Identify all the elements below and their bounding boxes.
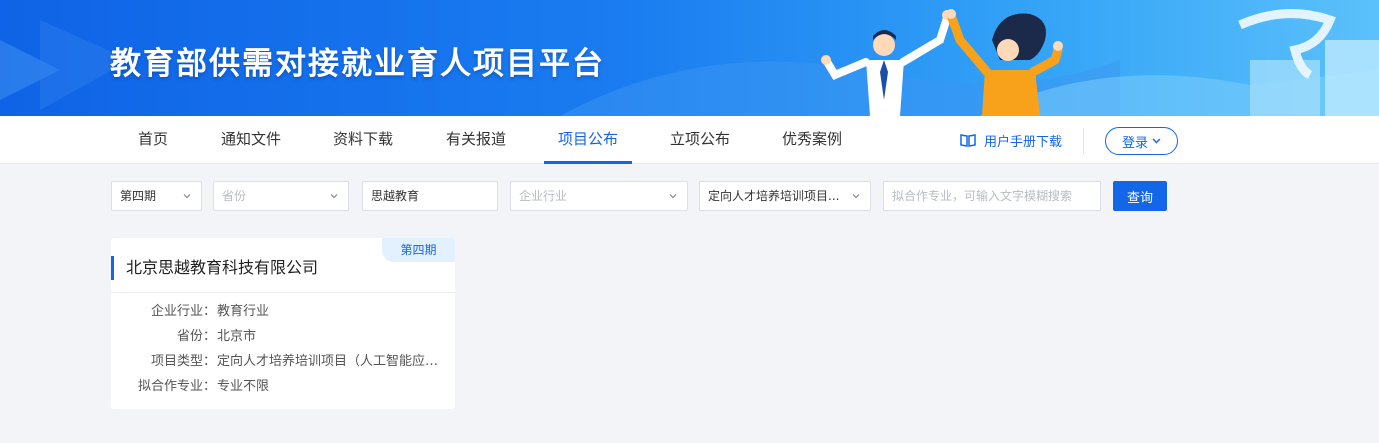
login-label: 登录: [1121, 134, 1148, 150]
chevron-down-icon: [1152, 138, 1161, 144]
login-button[interactable]: 登录: [1105, 127, 1178, 155]
nav-excellent-cases[interactable]: 优秀案例: [782, 116, 842, 164]
info-row-project-type: 项目类型 ： 定向人才培养培训项目（人工智能应用...: [111, 352, 455, 372]
header-banner: 教育部供需对接就业育人项目平台: [0, 0, 1379, 116]
province-select[interactable]: 省份: [213, 181, 349, 211]
book-icon: [960, 134, 976, 147]
period-badge: 第四期: [382, 238, 455, 262]
company-name-value: 思越教育: [371, 189, 420, 203]
industry-placeholder: 企业行业: [519, 189, 568, 203]
project-type-value: 定向人才培养培训项目...: [708, 189, 840, 203]
main-nav: 首页 通知文件 资料下载 有关报道 项目公布 立项公布 优秀案例 用户手册下载 …: [0, 116, 1379, 164]
info-row-industry: 企业行业 ： 教育行业: [111, 302, 455, 322]
chevron-down-icon: [183, 194, 191, 199]
info-label: 省份: [176, 329, 203, 344]
result-card[interactable]: 第四期 北京思越教育科技有限公司 企业行业 ： 教育行业 省份 ： 北京市 项目…: [111, 238, 455, 409]
info-row-province: 省份 ： 北京市: [111, 327, 455, 347]
info-label: 项目类型: [150, 354, 203, 369]
info-colon: ：: [203, 379, 217, 394]
chevron-down-icon: [330, 194, 338, 199]
user-manual-label: 用户手册下载: [984, 134, 1063, 150]
project-type-select[interactable]: 定向人才培养培训项目...: [699, 181, 871, 211]
chevron-down-icon: [852, 194, 860, 199]
nav-divider: [1083, 128, 1084, 154]
industry-select[interactable]: 企业行业: [510, 181, 688, 211]
info-value: 北京市: [217, 329, 257, 344]
info-value: 教育行业: [217, 304, 270, 319]
period-value: 第四期: [120, 189, 157, 203]
info-label: 企业行业: [150, 304, 203, 319]
province-placeholder: 省份: [222, 189, 247, 203]
nav-notices[interactable]: 通知文件: [221, 116, 281, 164]
info-colon: ：: [203, 304, 217, 319]
company-name-input[interactable]: 思越教育: [362, 181, 498, 211]
nav-reports[interactable]: 有关报道: [446, 116, 506, 164]
info-value: 专业不限: [217, 379, 270, 394]
info-row-major: 拟合作专业 ： 专业不限: [111, 377, 455, 397]
nav-home[interactable]: 首页: [138, 116, 168, 164]
site-title: 教育部供需对接就业育人项目平台: [110, 46, 605, 82]
company-title[interactable]: 北京思越教育科技有限公司: [111, 256, 318, 280]
info-value: 定向人才培养培训项目（人工智能应用...: [217, 354, 447, 369]
nav-approval-announcements[interactable]: 立项公布: [670, 116, 730, 164]
user-manual-download[interactable]: 用户手册下载: [960, 116, 1062, 164]
info-label: 拟合作专业: [137, 379, 203, 394]
info-colon: ：: [203, 354, 217, 369]
major-search-input[interactable]: [883, 181, 1101, 211]
query-button[interactable]: 查询: [1113, 181, 1167, 211]
chevron-down-icon: [669, 194, 677, 199]
info-colon: ：: [203, 329, 217, 344]
card-divider: [111, 292, 455, 293]
nav-downloads[interactable]: 资料下载: [333, 116, 393, 164]
nav-project-announcements[interactable]: 项目公布: [543, 116, 633, 164]
period-select[interactable]: 第四期: [111, 181, 202, 211]
